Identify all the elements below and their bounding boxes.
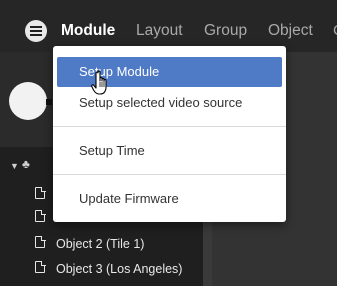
tree-item-object-3[interactable]: Object 3 (Los Angeles) xyxy=(56,262,182,277)
menu-item-setup-video-source[interactable]: Setup selected video source xyxy=(53,88,286,118)
menu-module[interactable]: Module xyxy=(61,22,115,40)
module-dropdown-menu: Setup Module Setup selected video source… xyxy=(53,46,286,222)
tree-expand-toggle-icon[interactable]: ▼ xyxy=(10,161,19,171)
file-icon xyxy=(35,186,46,199)
tree-item-object-2[interactable]: Object 2 (Tile 1) xyxy=(56,237,144,252)
menu-overflow-item[interactable]: C xyxy=(333,22,337,40)
menu-object[interactable]: Object xyxy=(268,22,313,40)
stop-square-icon xyxy=(46,99,52,105)
menu-group[interactable]: Group xyxy=(204,22,247,40)
menu-divider xyxy=(53,174,286,175)
menu-layout[interactable]: Layout xyxy=(136,22,183,40)
hamburger-menu-icon[interactable] xyxy=(25,20,47,42)
menu-divider xyxy=(53,126,286,127)
menu-item-update-firmware[interactable]: Update Firmware xyxy=(53,184,286,214)
sitemap-icon: ♣ xyxy=(22,157,30,171)
file-icon xyxy=(35,260,46,273)
record-button[interactable] xyxy=(9,82,47,120)
file-icon xyxy=(35,235,46,248)
file-icon xyxy=(35,209,46,222)
hand-cursor-icon xyxy=(91,70,107,95)
menu-item-setup-time[interactable]: Setup Time xyxy=(53,136,286,166)
